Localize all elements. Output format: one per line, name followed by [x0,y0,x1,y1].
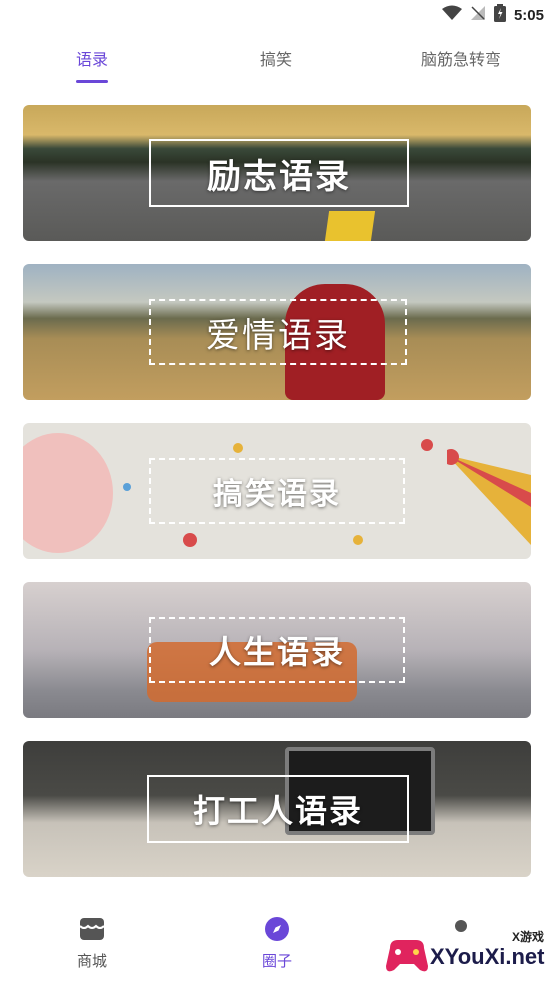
card-label-frame: 人生语录 [149,617,405,683]
nav-item-circle[interactable]: 圈子 [237,916,317,971]
card-life-quotes[interactable]: 人生语录 [23,582,531,718]
confetti-dot [183,533,197,547]
card-label: 励志语录 [207,156,351,197]
tab-quotes[interactable]: 语录 [76,46,108,70]
card-label: 搞笑语录 [213,477,341,512]
confetti-dot [123,483,131,491]
party-hat-decoration [447,449,531,545]
card-funny-quotes[interactable]: 搞笑语录 [23,423,531,559]
gamepad-logo-icon [386,940,428,972]
status-bar: 5:05 [0,0,554,30]
confetti-dot [421,439,433,451]
balloon-decoration [23,433,113,553]
status-time: 5:05 [513,6,544,24]
tab-funny[interactable]: 搞笑 [260,46,292,70]
store-icon [79,916,105,942]
nav-item-store[interactable]: 商城 [52,916,132,971]
card-label-frame: 爱情语录 [149,299,407,365]
nav-label: 商城 [76,952,107,970]
card-love-quotes[interactable]: 爱情语录 [23,264,531,400]
watermark-top-text: X游戏 [511,930,544,944]
nav-label: 圈子 [261,952,292,970]
road-line-decoration [324,211,376,241]
battery-icon [493,4,506,26]
confetti-dot [353,535,363,545]
card-label-frame: 励志语录 [149,139,409,207]
tab-active-indicator [76,80,108,83]
top-tab-bar: 语录 搞笑 脑筋急转弯 [0,40,554,84]
watermark-main-text: XYouXi.net [430,944,545,969]
card-label-frame: 搞笑语录 [149,458,405,524]
signal-icon [470,5,486,25]
compass-icon [264,916,290,942]
card-inspirational-quotes[interactable]: 励志语录 [23,105,531,241]
card-label: 爱情语录 [206,315,350,356]
card-label-frame: 打工人语录 [147,775,409,843]
card-label: 人生语录 [208,633,345,671]
card-label: 打工人语录 [192,792,363,830]
watermark: X游戏 XYouXi.net [382,922,554,984]
status-icons: 5:05 [441,4,544,26]
confetti-dot [233,443,243,453]
wifi-icon [441,5,462,25]
card-worker-quotes[interactable]: 打工人语录 [23,741,531,877]
tab-brain-teasers[interactable]: 脑筋急转弯 [421,46,501,70]
